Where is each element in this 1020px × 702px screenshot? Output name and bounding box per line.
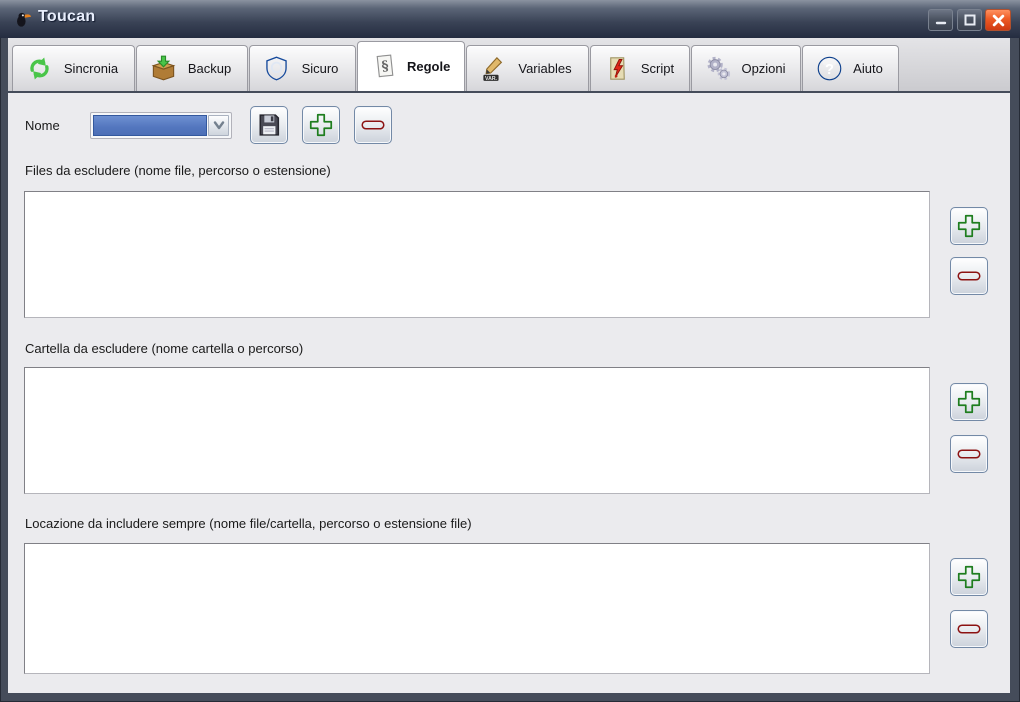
exclude-folders-remove-button[interactable] (950, 435, 988, 473)
regole-panel: Nome Files da escludere (nome file, perc… (8, 93, 1010, 693)
always-include-label: Locazione da includere sempre (nome file… (25, 516, 472, 531)
tab-backup[interactable]: Backup (136, 45, 248, 91)
close-icon (992, 14, 1004, 26)
shield-icon (266, 56, 287, 81)
tab-label: Script (640, 61, 675, 76)
backup-box-icon (151, 55, 176, 81)
tab-label: Sicuro (301, 61, 339, 76)
tab-variables[interactable]: VAR. Variables (466, 45, 589, 91)
script-bolt-icon (610, 57, 625, 80)
gears-icon (707, 56, 731, 81)
close-button[interactable] (985, 9, 1011, 31)
tab-label: Backup (187, 61, 232, 76)
minus-icon (955, 440, 983, 468)
app-window: Toucan Sincronia Backup Sicuro § Regole … (0, 0, 1020, 702)
maximize-button[interactable] (957, 9, 982, 31)
profile-combobox[interactable] (90, 112, 232, 139)
tab-label: Sincronia (63, 61, 119, 76)
tab-opzioni[interactable]: Opzioni (691, 45, 801, 91)
always-include-add-button[interactable] (950, 558, 988, 596)
plus-icon (955, 212, 983, 240)
exclude-folders-add-button[interactable] (950, 383, 988, 421)
tab-label: Opzioni (741, 61, 786, 76)
svg-text:§: § (381, 58, 390, 75)
always-include-listbox[interactable] (24, 543, 930, 674)
tab-aiuto[interactable]: ? Aiuto (802, 45, 899, 91)
rules-paper-icon: § (376, 54, 394, 78)
svg-text:VAR.: VAR. (485, 76, 498, 82)
profile-combobox-value (93, 115, 207, 136)
tab-sincronia[interactable]: Sincronia (12, 45, 135, 91)
plus-icon (307, 111, 335, 139)
tab-script[interactable]: Script (590, 45, 690, 91)
floppy-disk-icon (255, 111, 283, 139)
exclude-files-label: Files da escludere (nome file, percorso … (25, 163, 331, 178)
maximize-icon (964, 14, 975, 26)
tab-sicuro[interactable]: Sicuro (249, 45, 356, 91)
help-icon: ? (817, 56, 842, 81)
exclude-files-add-button[interactable] (950, 207, 988, 245)
nome-label: Nome (25, 118, 60, 133)
plus-icon (955, 388, 983, 416)
save-profile-button[interactable] (250, 106, 288, 144)
exclude-files-remove-button[interactable] (950, 257, 988, 295)
exclude-files-listbox[interactable] (24, 191, 930, 318)
remove-profile-button[interactable] (354, 106, 392, 144)
tab-bar: Sincronia Backup Sicuro § Regole VAR. Va… (8, 38, 1010, 91)
tab-label: Variables (518, 61, 572, 76)
pencil-var-icon: VAR. (483, 56, 503, 82)
minus-icon (955, 262, 983, 290)
title-bar: Toucan (0, 0, 1020, 38)
minus-icon (955, 615, 983, 643)
add-profile-button[interactable] (302, 106, 340, 144)
exclude-folders-label: Cartella da escludere (nome cartella o p… (25, 341, 304, 356)
sync-icon (30, 57, 49, 80)
minimize-icon (935, 21, 946, 25)
svg-text:?: ? (825, 62, 834, 78)
minimize-button[interactable] (928, 9, 953, 31)
window-title: Toucan (38, 8, 96, 25)
tab-label: Regole (407, 59, 451, 74)
toucan-logo-icon (17, 12, 32, 27)
combobox-dropdown-button[interactable] (208, 115, 229, 136)
always-include-remove-button[interactable] (950, 610, 988, 648)
tab-label: Aiuto (853, 61, 883, 76)
minus-icon (359, 111, 387, 139)
chevron-down-icon (213, 121, 224, 130)
exclude-folders-listbox[interactable] (24, 367, 930, 494)
tab-regole[interactable]: § Regole (357, 41, 465, 91)
plus-icon (955, 563, 983, 591)
